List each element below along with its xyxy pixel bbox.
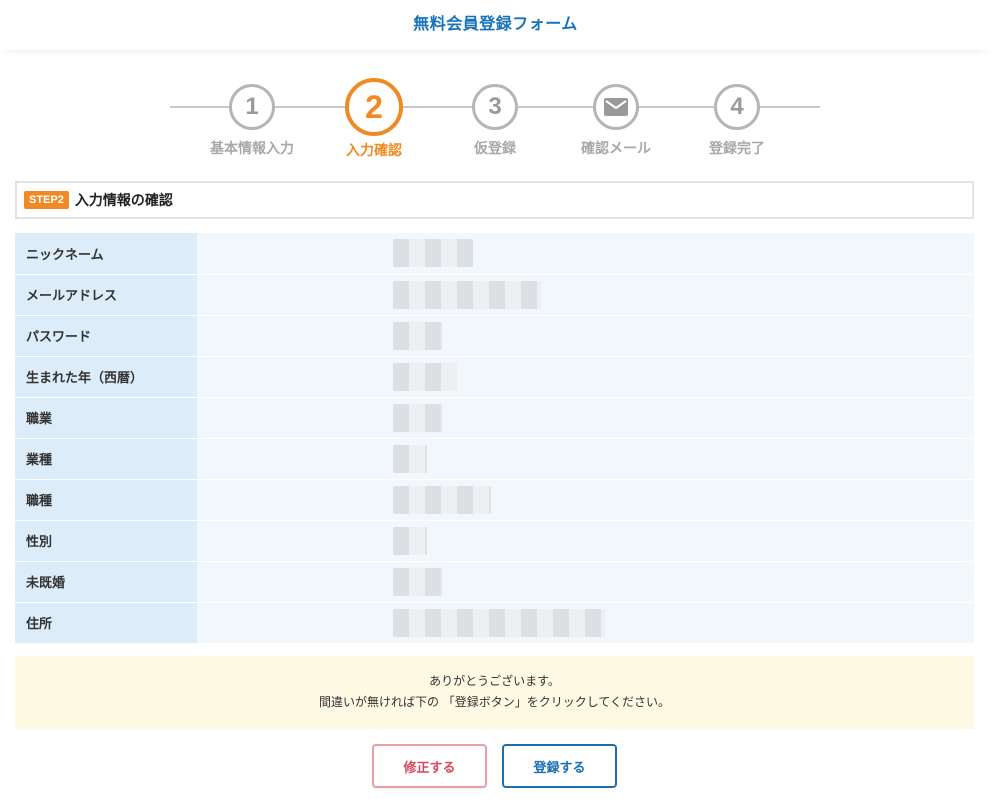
progress-steps: 1 基本情報入力 2 入力確認 3 仮登録 確認メール 4 登録完了 — [0, 78, 991, 168]
step-label: 確認メール — [581, 141, 651, 157]
field-value-masked — [197, 520, 974, 562]
field-value-masked — [197, 397, 974, 439]
masked-value — [393, 362, 457, 391]
field-label: 職種 — [15, 479, 197, 521]
table-row: ニックネーム — [15, 233, 974, 275]
masked-value — [393, 403, 443, 432]
page-title: 無料会員登録フォーム — [413, 14, 578, 33]
field-value-masked — [197, 438, 974, 480]
table-row: 業種 — [15, 438, 974, 480]
edit-button[interactable]: 修正する — [372, 744, 487, 788]
table-row: 職業 — [15, 397, 974, 439]
step-basic-info: 1 基本情報入力 — [192, 78, 312, 158]
masked-value — [393, 239, 473, 267]
field-label: 業種 — [15, 438, 197, 480]
step-number-circle: 4 — [714, 84, 760, 130]
step-number-circle: 1 — [229, 84, 275, 130]
field-value-masked — [197, 602, 974, 644]
step-label: 仮登録 — [474, 141, 516, 157]
step-confirm-mail: 確認メール — [556, 78, 676, 158]
masked-value — [393, 485, 491, 514]
field-label: 生まれた年（西暦） — [15, 356, 197, 398]
field-label: 未既婚 — [15, 561, 197, 603]
step-confirm: 2 入力確認 — [314, 78, 434, 160]
step-number-circle: 3 — [472, 84, 518, 130]
field-value-masked — [197, 233, 974, 275]
field-label: ニックネーム — [15, 233, 197, 275]
masked-value — [393, 444, 427, 473]
step-complete: 4 登録完了 — [677, 78, 797, 158]
step-label: 入力確認 — [346, 143, 402, 159]
field-value-masked — [197, 356, 974, 398]
field-value-masked — [197, 479, 974, 521]
page-header: 無料会員登録フォーム — [0, 0, 991, 50]
confirmation-notice: ありがとうございます。 間違いが無ければ下の 「登録ボタン」をクリックしてくださ… — [15, 656, 974, 729]
table-row: 未既婚 — [15, 561, 974, 603]
notice-line: 間違いが無ければ下の 「登録ボタン」をクリックしてください。 — [318, 695, 671, 709]
table-row: メールアドレス — [15, 274, 974, 316]
field-label: 職業 — [15, 397, 197, 439]
masked-value — [393, 608, 605, 637]
table-row: 生まれた年（西暦） — [15, 356, 974, 398]
masked-value — [393, 526, 427, 555]
masked-value — [393, 321, 443, 350]
field-value-masked — [197, 315, 974, 357]
step-label: 登録完了 — [709, 141, 765, 157]
field-label: 性別 — [15, 520, 197, 562]
masked-value — [393, 567, 443, 596]
mail-icon — [604, 98, 628, 116]
masked-value — [393, 280, 541, 309]
table-row: パスワード — [15, 315, 974, 357]
step-badge: STEP2 — [24, 191, 69, 209]
field-label: メールアドレス — [15, 274, 197, 316]
register-button[interactable]: 登録する — [502, 744, 617, 788]
step-icon-circle — [593, 84, 639, 130]
notice-line: ありがとうございます。 — [429, 674, 560, 688]
field-value-masked — [197, 274, 974, 316]
section-title: 入力情報の確認 — [74, 193, 173, 209]
step-number-circle: 2 — [345, 78, 403, 136]
table-row: 性別 — [15, 520, 974, 562]
field-value-masked — [197, 561, 974, 603]
field-label: 住所 — [15, 602, 197, 644]
step-provisional: 3 仮登録 — [435, 78, 555, 158]
field-label: パスワード — [15, 315, 197, 357]
confirmation-table: ニックネーム メールアドレス パスワード 生まれた年（西暦） 職業 業種 職種 — [15, 233, 974, 644]
section-header: STEP2 入力情報の確認 — [15, 181, 974, 219]
table-row: 住所 — [15, 602, 974, 644]
step-label: 基本情報入力 — [210, 141, 294, 157]
table-row: 職種 — [15, 479, 974, 521]
